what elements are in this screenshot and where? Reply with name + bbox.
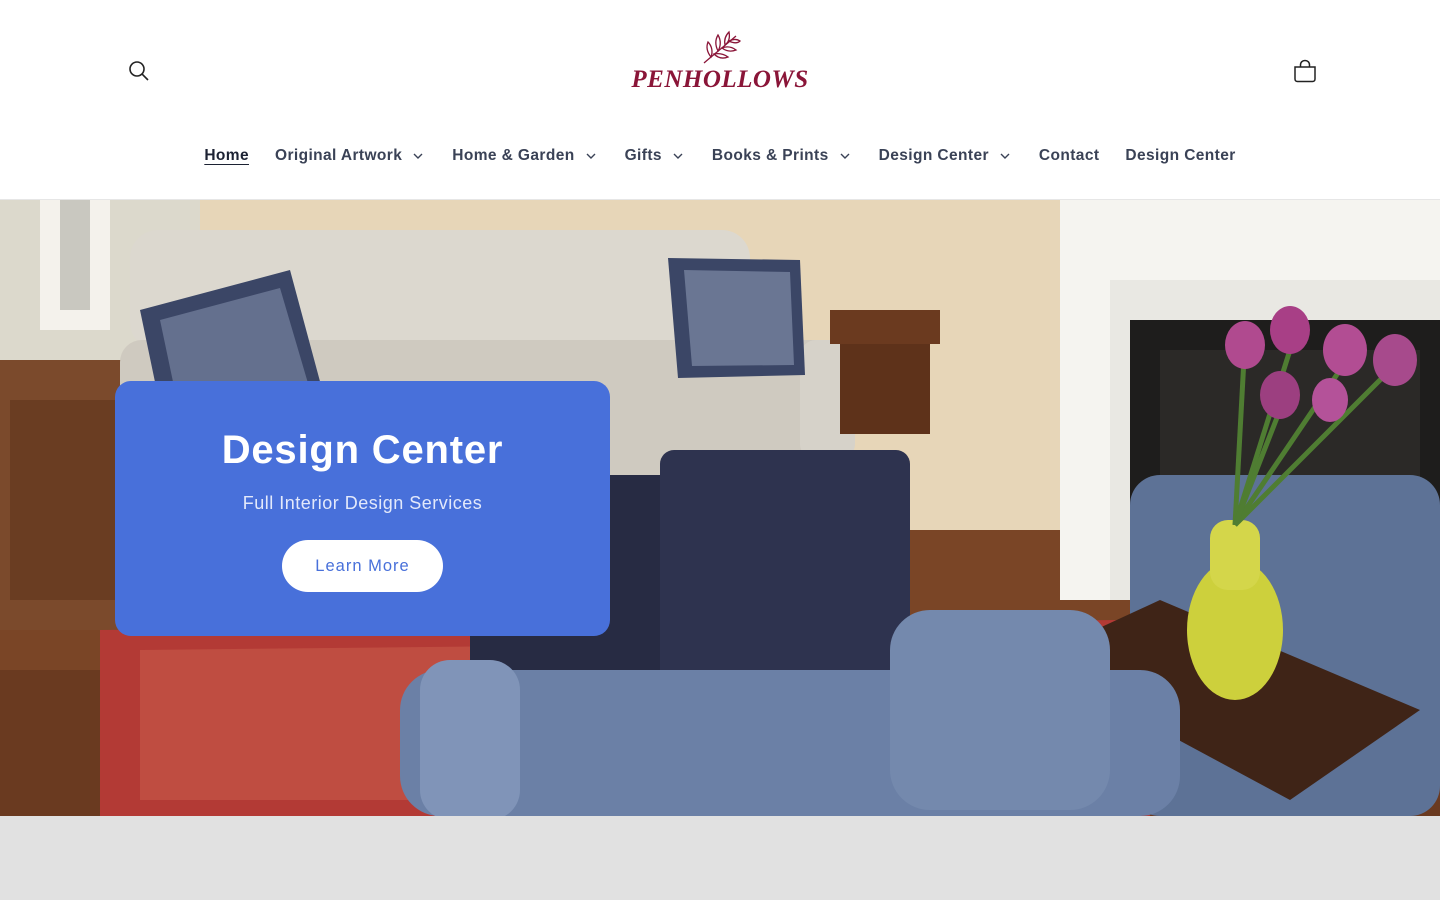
site-logo[interactable]: PENHOLLOWS <box>620 30 820 100</box>
cart-button[interactable] <box>1284 50 1326 92</box>
nav-label: Home <box>204 147 249 164</box>
nav-label: Books & Prints <box>711 147 829 164</box>
nav-label: Gifts <box>624 147 662 164</box>
nav-label: Contact <box>1038 147 1100 164</box>
hero-title: Design Center <box>221 428 504 472</box>
hero-promo-panel: Design Center Full Interior Design Servi… <box>115 381 610 636</box>
nav-item-home[interactable]: Home <box>191 135 262 177</box>
learn-more-button[interactable]: Learn More <box>282 540 443 592</box>
nav-label: Design Center <box>878 147 989 164</box>
search-button[interactable] <box>118 50 160 92</box>
chevron-down-icon <box>413 153 423 159</box>
search-icon <box>129 61 149 81</box>
hero-banner: Design Center Full Interior Design Servi… <box>0 200 1440 816</box>
main-nav: Home Original Artwork Home & Garden Gift… <box>0 135 1440 177</box>
nav-label: Home & Garden <box>452 147 575 164</box>
nav-item-contact[interactable]: Contact <box>1026 135 1113 177</box>
site-header: PENHOLLOWS Home Original Artwork Home & … <box>0 0 1440 200</box>
nav-item-design-center-menu[interactable]: Design Center <box>866 135 1026 177</box>
chevron-down-icon <box>840 153 850 159</box>
nav-label: Design Center <box>1125 147 1236 164</box>
cart-icon <box>1294 59 1316 83</box>
sprig-icon <box>703 30 742 64</box>
nav-item-books-prints[interactable]: Books & Prints <box>699 135 866 177</box>
nav-item-design-center[interactable]: Design Center <box>1112 135 1248 177</box>
chevron-down-icon <box>586 153 596 159</box>
logo-text: PENHOLLOWS <box>631 66 809 93</box>
nav-label: Original Artwork <box>274 147 403 164</box>
next-section <box>0 816 1440 900</box>
nav-item-original-artwork[interactable]: Original Artwork <box>262 135 439 177</box>
chevron-down-icon <box>673 153 683 159</box>
nav-item-gifts[interactable]: Gifts <box>612 135 699 177</box>
chevron-down-icon <box>1000 153 1010 159</box>
hero-subtitle: Full Interior Design Services <box>242 493 483 513</box>
nav-item-home-garden[interactable]: Home & Garden <box>439 135 611 177</box>
